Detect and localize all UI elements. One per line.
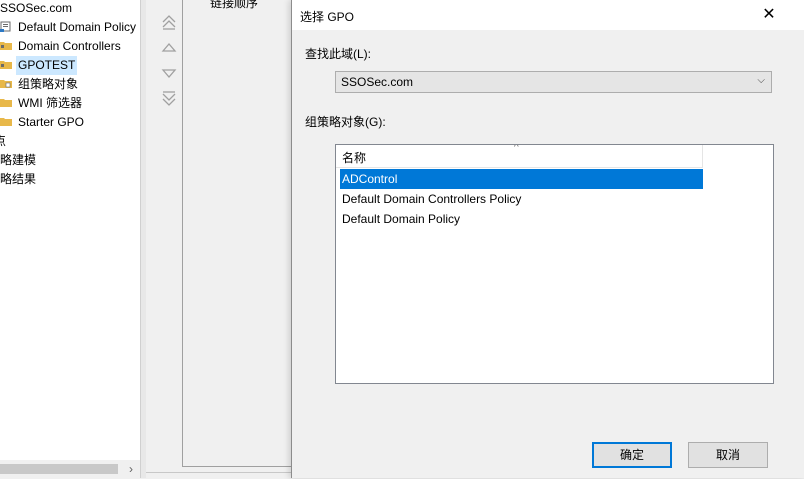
close-icon[interactable]: ✕ (758, 4, 780, 26)
column-header-label: 名称 (342, 151, 367, 165)
ok-button[interactable]: 确定 (592, 442, 672, 468)
move-down-icon[interactable] (160, 64, 178, 82)
folder-icon (0, 118, 12, 126)
gpo-list-item[interactable]: Default Domain Controllers Policy (340, 189, 703, 209)
dialog-title: 选择 GPO (300, 10, 355, 24)
link-order-list[interactable] (182, 0, 304, 467)
gpo-list-item[interactable]: Default Domain Policy (340, 209, 703, 229)
gpo-list-label: 组策略对象(G): (305, 115, 386, 129)
chevron-down-icon[interactable]: ⌵ (757, 75, 765, 86)
scroll-right-icon[interactable]: › (124, 461, 138, 477)
tree-item-label: Starter GPO (18, 115, 85, 129)
gpo-list-item[interactable]: ADControl (340, 169, 703, 189)
move-up-icon[interactable] (160, 39, 178, 57)
tree-item-label: WMI 筛选器 (18, 96, 82, 110)
gpo-link-icon (0, 21, 11, 32)
select-gpo-dialog: 选择 GPO ✕ 查找此域(L): SSOSec.com ⌵ 组策略对象(G):… (291, 0, 804, 478)
tree-item-label: 组策略对象 (18, 77, 79, 91)
folder-icon (0, 99, 12, 107)
gpo-list[interactable]: 名称 ^ ADControl Default Domain Controller… (335, 144, 774, 384)
move-bottom-icon[interactable] (160, 90, 178, 108)
cancel-button[interactable]: 取消 (688, 442, 768, 468)
tree-item-label: GPOTEST (16, 56, 78, 75)
ou-folder-icon (0, 42, 12, 50)
folder-icon (0, 80, 12, 88)
ou-folder-icon (0, 61, 12, 69)
domain-select[interactable]: SSOSec.com ⌵ (335, 71, 772, 93)
sort-ascending-icon: ^ (514, 144, 519, 153)
tree-item-label: SSOSec.com (0, 1, 73, 15)
gpmc-tree-pane: SSOSec.com Default Domain Policy Domain … (0, 0, 140, 460)
move-top-icon[interactable] (160, 13, 178, 31)
tree-item-label: Default Domain Policy (18, 20, 137, 34)
tree-item-label: 策略结果 (0, 172, 37, 186)
column-header-name[interactable]: 名称 ^ (336, 145, 703, 168)
dialog-titlebar[interactable]: 选择 GPO ✕ (292, 0, 804, 30)
domain-select-value: SSOSec.com (341, 75, 414, 89)
tree-item-label: Domain Controllers (18, 39, 121, 53)
scrollbar-thumb[interactable] (0, 464, 118, 474)
domain-label: 查找此域(L): (305, 47, 372, 61)
link-order-column-header[interactable]: 链接顺序 (210, 0, 258, 11)
tree-horizontal-scrollbar[interactable]: › (0, 460, 140, 478)
tree-item-label: 点 (0, 134, 7, 148)
tree-item-label: 策略建模 (0, 153, 37, 167)
